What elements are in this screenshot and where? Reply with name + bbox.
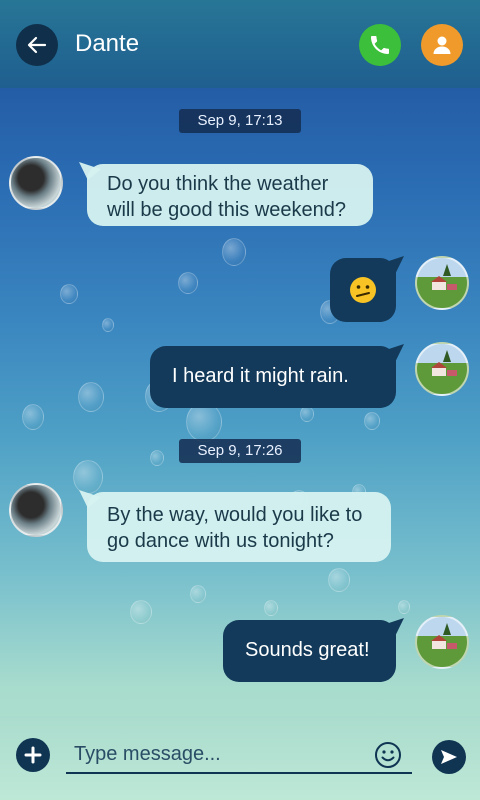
message-text: Sounds great! [245,639,370,661]
smiley-icon [375,742,401,768]
phone-icon [371,36,389,54]
person-icon [433,36,451,54]
message-line: go dance with us tonight? [107,530,334,552]
message-line: will be good this weekend? [107,199,347,221]
timestamp: Sep 9, 17:26 [179,439,301,463]
back-button[interactable] [16,24,58,66]
timestamp: Sep 9, 17:13 [179,109,301,133]
message-input[interactable] [66,736,412,774]
send-button[interactable] [432,740,466,774]
contact-name: Dante [75,30,140,57]
my-avatar[interactable] [415,256,469,310]
message-line: Do you think the weather [107,173,329,195]
message-text: I heard it might rain. [172,365,349,387]
send-icon [441,750,457,764]
contact-avatar[interactable] [9,483,63,537]
plus-icon [24,746,42,764]
message-line: By the way, would you like to [107,504,363,526]
call-button[interactable] [359,24,401,66]
house-landscape-icon [431,623,457,649]
house-landscape-icon [431,350,457,376]
incoming-message[interactable]: Do you think the weather will be good th… [87,164,373,226]
incoming-message[interactable]: By the way, would you like to go dance w… [87,492,391,562]
outgoing-message[interactable] [330,258,396,322]
my-avatar[interactable] [415,615,469,669]
contact-avatar[interactable] [9,156,63,210]
contact-profile-button[interactable] [421,24,463,66]
add-attachment-button[interactable] [16,738,50,772]
house-landscape-icon [431,264,457,290]
emoji-button[interactable] [374,741,402,769]
outgoing-message[interactable]: Sounds great! [223,620,396,682]
outgoing-message[interactable]: I heard it might rain. [150,346,396,408]
chat-header: Dante [0,0,480,88]
confused-face-emoji-icon [350,277,376,303]
my-avatar[interactable] [415,342,469,396]
back-arrow-icon [27,36,47,54]
